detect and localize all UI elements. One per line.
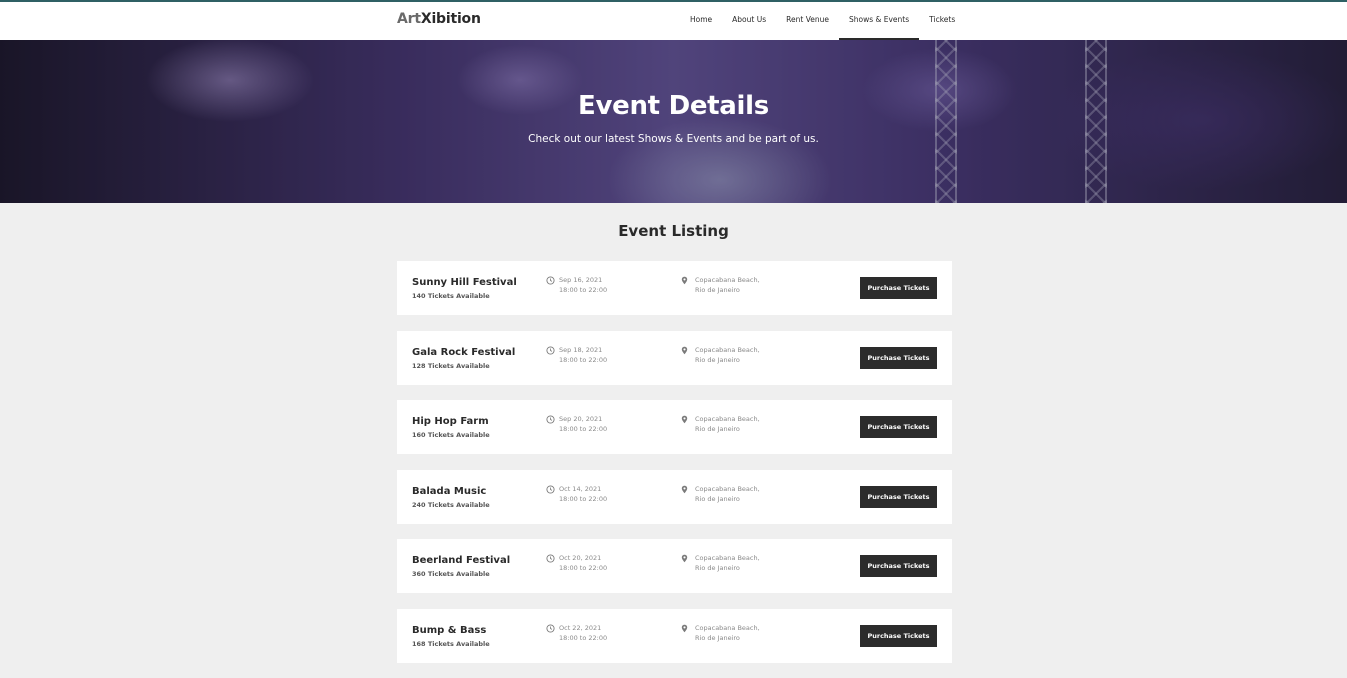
clock-icon (546, 554, 555, 563)
purchase-tickets-button[interactable]: Purchase Tickets (860, 555, 937, 577)
event-date: Sep 18, 2021 (559, 345, 603, 354)
event-location-line1: Copacabana Beach, (695, 623, 760, 632)
tickets-available: 360 Tickets Available (412, 570, 490, 578)
event-location-line2: Rio de Janeiro (695, 494, 740, 503)
event-name: Sunny Hill Festival (412, 277, 517, 288)
event-list: Sunny Hill Festival 140 Tickets Availabl… (397, 261, 952, 678)
event-card: Sunny Hill Festival 140 Tickets Availabl… (397, 261, 952, 315)
event-time: 18:00 to 22:00 (559, 633, 608, 642)
clock-icon (546, 623, 555, 633)
event-date: Oct 14, 2021 (559, 484, 602, 493)
site-header: ArtXibition Home About Us Rent Venue Sho… (0, 2, 1347, 40)
purchase-tickets-button[interactable]: Purchase Tickets (860, 624, 937, 647)
event-listing-title: Event Listing (618, 222, 729, 240)
clock-icon (546, 276, 555, 285)
event-location-line2: Rio de Janeiro (695, 564, 740, 572)
event-card: Hip Hop Farm 160 Tickets Available Sep 2… (397, 400, 952, 454)
event-date: Sep 16, 2021 (559, 276, 603, 284)
nav-about-us[interactable]: About Us (722, 2, 776, 40)
hero-subtitle: Check out our latest Shows & Events and … (528, 133, 819, 145)
nav-rent-venue[interactable]: Rent Venue (776, 2, 839, 40)
clock-icon (546, 484, 555, 494)
event-name: Gala Rock Festival (412, 346, 516, 358)
nav-home[interactable]: Home (680, 2, 722, 40)
purchase-tickets-button[interactable]: Purchase Tickets (860, 346, 937, 369)
event-date: Sep 20, 2021 (559, 415, 603, 423)
map-pin-icon (681, 485, 688, 493)
event-time: 18:00 to 22:00 (559, 355, 608, 364)
event-time: 18:00 to 22:00 (559, 494, 608, 503)
tickets-available: 240 Tickets Available (412, 500, 490, 509)
clock-icon (546, 415, 555, 424)
event-time: 18:00 to 22:00 (559, 425, 608, 433)
event-location-line2: Rio de Janeiro (695, 286, 740, 294)
purchase-tickets-button[interactable]: Purchase Tickets (860, 277, 937, 299)
event-date: Oct 20, 2021 (559, 554, 602, 562)
event-location-line1: Copacabana Beach, (695, 484, 760, 493)
event-name: Beerland Festival (412, 555, 511, 566)
event-card: Bump & Bass 168 Tickets Available Oct 22… (397, 608, 952, 663)
logo-part-1: Art (397, 11, 421, 27)
event-card: Gala Rock Festival 128 Tickets Available… (397, 330, 952, 385)
event-location-line1: Copacabana Beach, (695, 415, 760, 423)
event-name: Hip Hop Farm (412, 416, 489, 427)
event-location-line1: Copacabana Beach, (695, 554, 760, 562)
event-date: Oct 22, 2021 (559, 623, 602, 632)
map-pin-icon (681, 624, 688, 632)
event-card: Beerland Festival 360 Tickets Available … (397, 539, 952, 593)
main-nav: Home About Us Rent Venue Shows & Events … (680, 2, 965, 40)
tickets-available: 128 Tickets Available (412, 361, 490, 370)
clock-icon (546, 345, 555, 355)
tickets-available: 168 Tickets Available (412, 639, 490, 648)
hero-title: Event Details (578, 91, 769, 121)
tickets-available: 160 Tickets Available (412, 431, 490, 439)
hero-overlay (0, 40, 1347, 203)
purchase-tickets-button[interactable]: Purchase Tickets (860, 416, 937, 438)
map-pin-icon (681, 346, 688, 354)
event-card: Balada Music 240 Tickets Available Oct 1… (397, 469, 952, 524)
event-location-line1: Copacabana Beach, (695, 276, 760, 284)
site-logo[interactable]: ArtXibition (397, 11, 481, 27)
map-pin-icon (681, 415, 688, 424)
purchase-tickets-button[interactable]: Purchase Tickets (860, 485, 937, 508)
event-time: 18:00 to 22:00 (559, 564, 608, 572)
map-pin-icon (681, 554, 688, 563)
event-location-line2: Rio de Janeiro (695, 425, 740, 433)
logo-part-2: Xibition (420, 11, 481, 27)
event-name: Balada Music (412, 485, 487, 497)
nav-tickets[interactable]: Tickets (919, 2, 965, 40)
tickets-available: 140 Tickets Available (412, 292, 490, 300)
hero-banner: Event Details Check out our latest Shows… (0, 40, 1347, 203)
map-pin-icon (681, 276, 688, 285)
event-location-line2: Rio de Janeiro (695, 633, 740, 642)
event-location-line2: Rio de Janeiro (695, 355, 740, 364)
event-time: 18:00 to 22:00 (559, 286, 608, 294)
event-location-line1: Copacabana Beach, (695, 345, 760, 354)
event-name: Bump & Bass (412, 624, 487, 636)
nav-shows-events[interactable]: Shows & Events (838, 2, 920, 40)
